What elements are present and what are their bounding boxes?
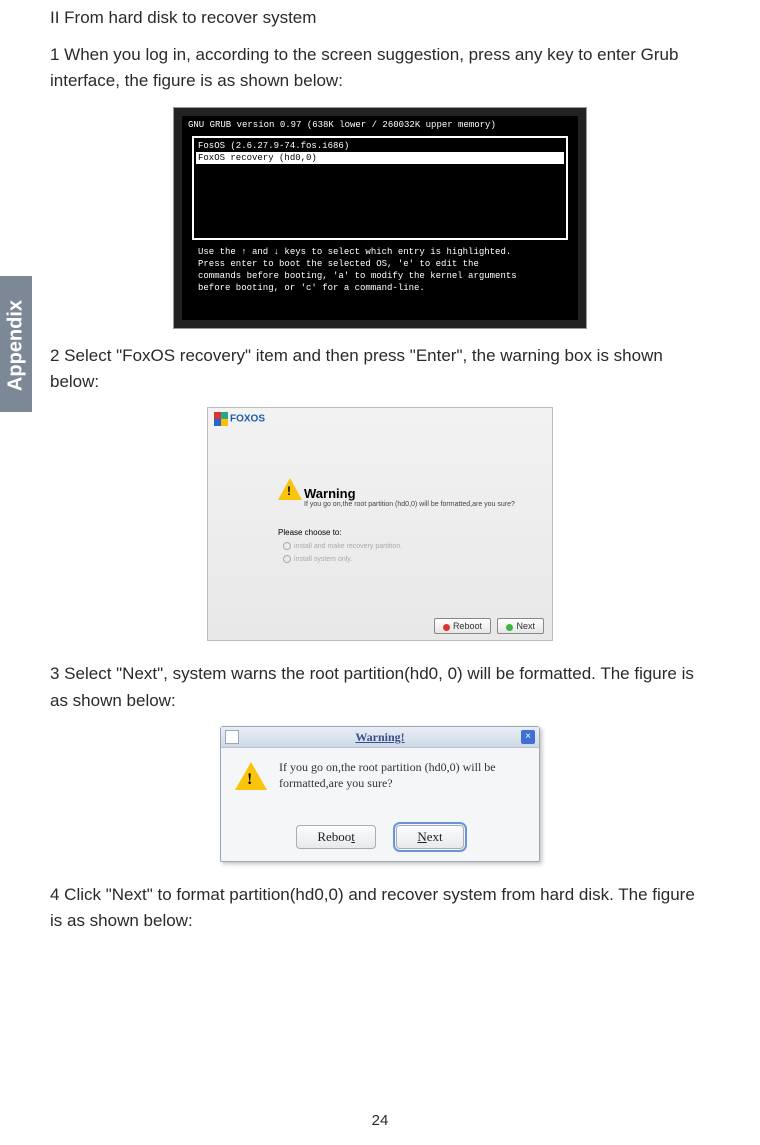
reboot-button[interactable]: Reboot — [434, 618, 491, 634]
window-menu-icon[interactable] — [225, 730, 239, 744]
figure-foxos-warning: FOXOS Warning If you go on,the root part… — [207, 407, 553, 641]
dialog-body: If you go on,the root partition (hd0,0) … — [221, 748, 539, 791]
next-button[interactable]: Next — [497, 618, 544, 634]
close-icon[interactable]: × — [521, 730, 535, 744]
dialog-reboot-button[interactable]: Reboot — [296, 825, 376, 849]
option-1[interactable]: install and make recovery partition. — [283, 542, 402, 550]
warning-icon — [278, 478, 302, 500]
grub-item-2-selected: FoxOS recovery (hd0,0) — [196, 152, 564, 164]
section-heading: II From hard disk to recover system — [50, 8, 710, 28]
grub-menu: FosOS (2.6.27.9-74.fos.i686) FoxOS recov… — [192, 136, 568, 240]
choose-label: Please choose to: — [278, 528, 342, 537]
dialog-next-button[interactable]: Next — [396, 825, 463, 849]
next-post: ext — [427, 829, 443, 844]
grub-help-line: before booting, or 'c' for a command-lin… — [198, 282, 562, 294]
side-tab: Appendix — [0, 276, 32, 412]
page-number: 24 — [0, 1112, 760, 1129]
foxos-buttons: Reboot Next — [430, 618, 544, 634]
figure-grub: GNU GRUB version 0.97 (638K lower / 2600… — [173, 107, 587, 329]
paragraph-2: 2 Select "FoxOS recovery" item and then … — [50, 343, 710, 396]
radio-icon — [283, 555, 291, 563]
red-dot-icon — [443, 624, 450, 631]
dialog-title: Warning! — [355, 730, 404, 744]
option-2-label: install system only. — [294, 556, 352, 563]
foxos-logo: FOXOS — [214, 412, 265, 426]
foxos-logo-text: FOXOS — [230, 414, 265, 425]
grub-screen: GNU GRUB version 0.97 (638K lower / 2600… — [182, 116, 578, 320]
paragraph-1: 1 When you log in, according to the scre… — [50, 42, 710, 95]
warning-block: Warning If you go on,the root partition … — [304, 486, 515, 508]
grub-help-line: Press enter to boot the selected OS, 'e'… — [198, 258, 562, 270]
grub-title: GNU GRUB version 0.97 (638K lower / 2600… — [182, 116, 578, 132]
figure-warning-dialog: Warning! × If you go on,the root partiti… — [220, 726, 540, 862]
reboot-underline: t — [351, 829, 355, 844]
next-underline: N — [417, 829, 426, 844]
dialog-message: If you go on,the root partition (hd0,0) … — [279, 760, 527, 791]
side-tab-label: Appendix — [5, 296, 28, 396]
paragraph-4: 4 Click "Next" to format partition(hd0,0… — [50, 882, 710, 935]
warning-text: If you go on,the root partition (hd0,0) … — [304, 501, 515, 508]
paragraph-3: 3 Select "Next", system warns the root p… — [50, 661, 710, 714]
page-body: II From hard disk to recover system 1 Wh… — [0, 0, 760, 935]
grub-item-1: FosOS (2.6.27.9-74.fos.i686) — [196, 140, 564, 152]
next-label: Next — [516, 621, 535, 631]
warning-title: Warning — [304, 486, 515, 501]
reboot-label: Reboot — [453, 621, 482, 631]
grub-help-line: Use the ↑ and ↓ keys to select which ent… — [198, 246, 562, 258]
green-dot-icon — [506, 624, 513, 631]
option-2[interactable]: install system only. — [283, 555, 352, 563]
grub-help-line: commands before booting, 'a' to modify t… — [198, 270, 562, 282]
dialog-buttons: Reboot Next — [221, 825, 539, 849]
grub-help: Use the ↑ and ↓ keys to select which ent… — [182, 240, 578, 294]
radio-icon — [283, 542, 291, 550]
warning-icon — [235, 762, 267, 790]
dialog-titlebar: Warning! × — [221, 727, 539, 748]
option-1-label: install and make recovery partition. — [294, 543, 402, 550]
puzzle-icon — [214, 412, 228, 426]
reboot-pre: Reboo — [317, 829, 351, 844]
